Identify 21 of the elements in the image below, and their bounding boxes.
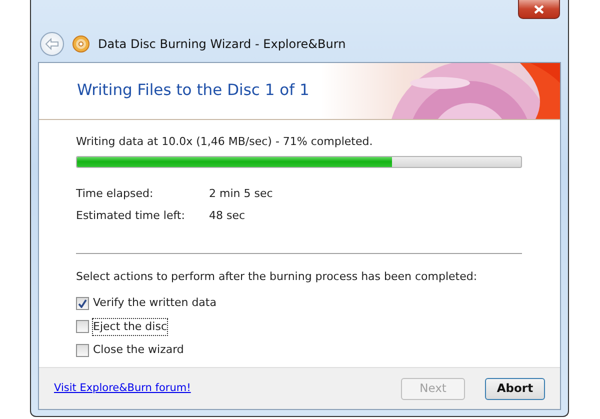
close-icon	[534, 4, 544, 14]
checkbox-label[interactable]: Eject the disc	[93, 318, 167, 335]
back-button[interactable]	[40, 32, 64, 56]
checkbox[interactable]	[76, 296, 89, 310]
window-title: Data Disc Burning Wizard - Explore&Burn	[98, 36, 346, 53]
actions-prompt: Select actions to perform after the burning process has been completed:	[76, 268, 478, 284]
checkbox-label[interactable]: Verify the written data	[93, 295, 216, 312]
back-arrow-icon	[45, 38, 59, 50]
abort-button[interactable]: Abort	[485, 378, 545, 400]
checkbox[interactable]	[76, 344, 89, 357]
time-value: 48 sec	[209, 208, 246, 224]
page-heading: Writing Files to the Disc 1 of 1	[77, 80, 310, 102]
close-button[interactable]	[518, 0, 560, 19]
progress-status: Writing data at 10.0x (1,46 MB/sec) - 71% completed.	[76, 134, 374, 150]
checkbox[interactable]	[76, 320, 89, 334]
checkbox-label[interactable]: Close the wizard	[93, 342, 184, 358]
disc-icon	[72, 35, 90, 53]
time-label: Time elapsed:	[76, 186, 154, 202]
time-value: 2 min 5 sec	[209, 186, 273, 202]
time-label: Estimated time left:	[76, 208, 185, 224]
forum-link[interactable]: Visit Explore&Burn forum!	[54, 380, 191, 396]
